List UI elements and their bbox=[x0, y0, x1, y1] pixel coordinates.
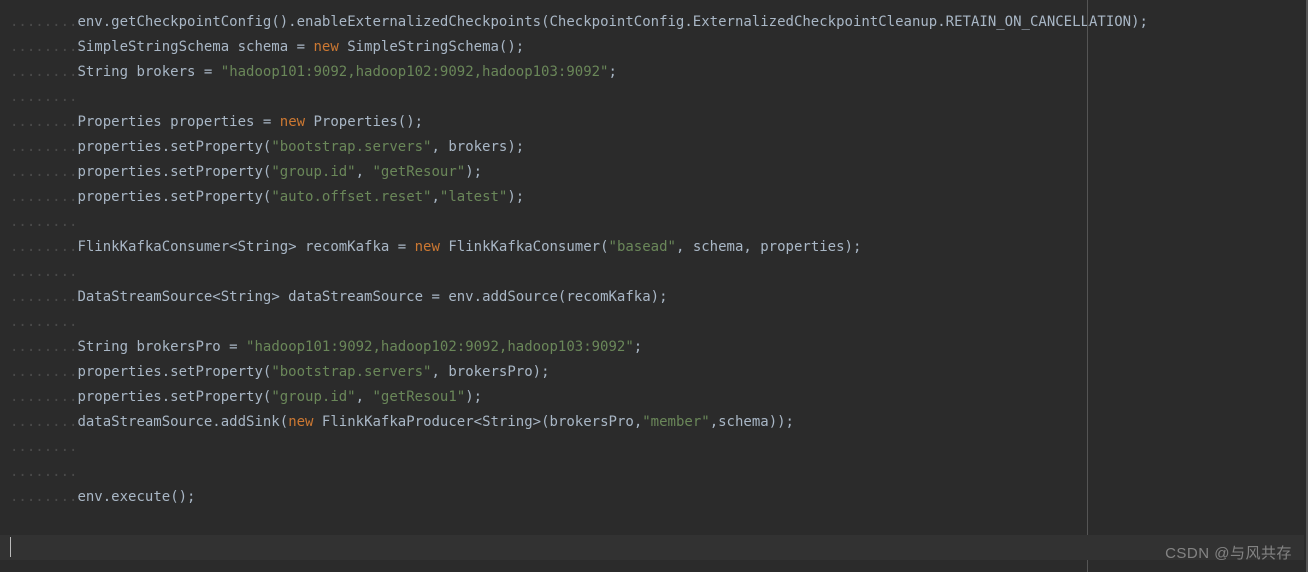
text-caret bbox=[10, 537, 11, 557]
right-margin-guide bbox=[1087, 0, 1088, 572]
watermark-text: CSDN @与风共存 bbox=[1165, 541, 1292, 566]
code-content[interactable]: ........env.getCheckpointConfig().enable… bbox=[0, 10, 1306, 510]
caret-line-highlight bbox=[0, 535, 1304, 560]
code-editor[interactable]: ........env.getCheckpointConfig().enable… bbox=[0, 0, 1308, 572]
